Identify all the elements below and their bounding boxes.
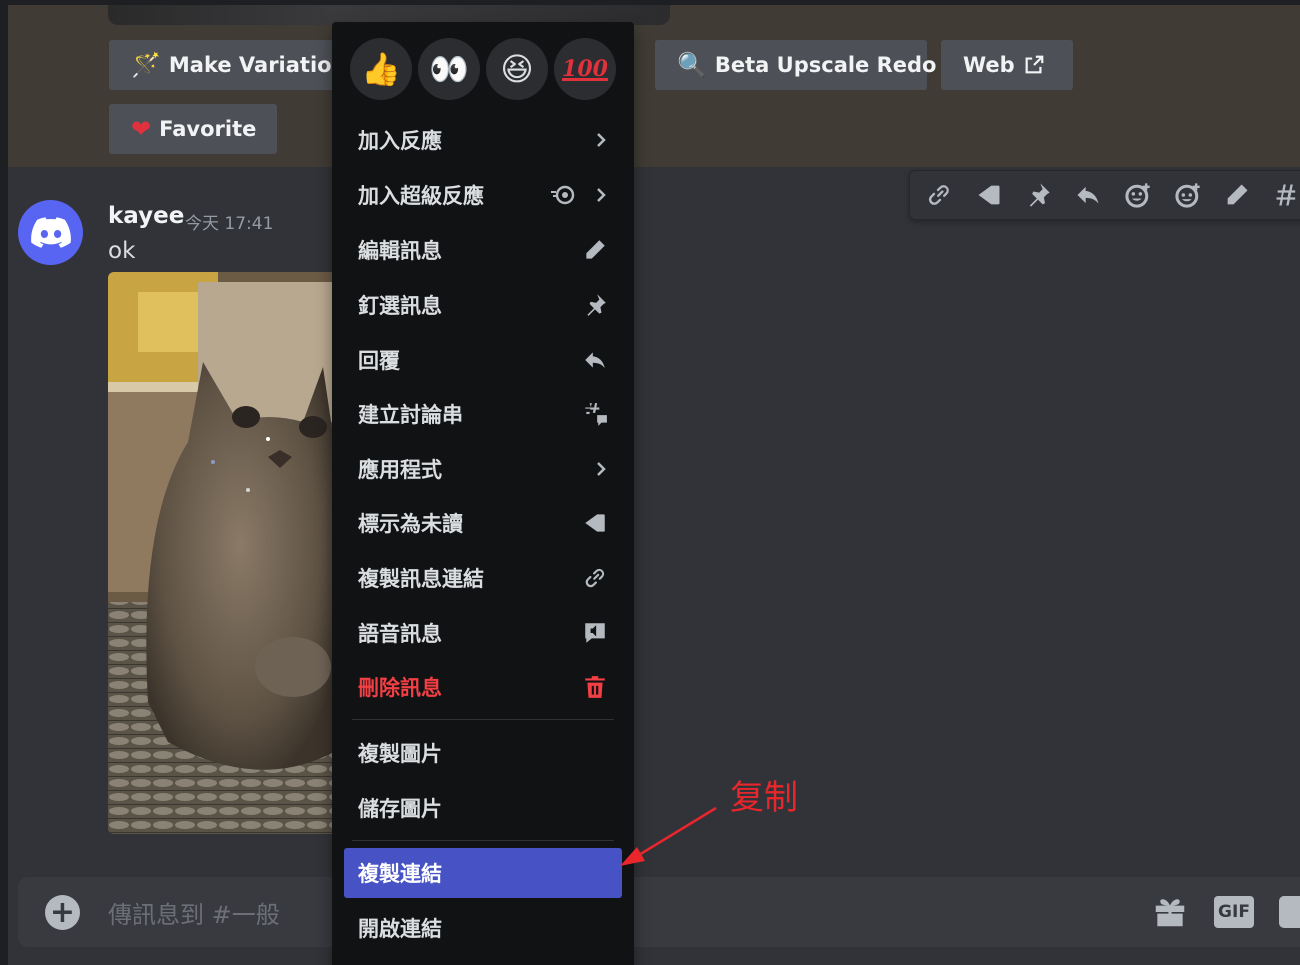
- make-variations-button[interactable]: 🪄 Make Variations: [109, 40, 359, 90]
- pin-icon: [587, 294, 606, 316]
- favorite-label: Favorite: [159, 117, 257, 141]
- menu-label: 釘選訊息: [358, 294, 442, 318]
- reaction-eyes[interactable]: 👀: [418, 38, 480, 100]
- menu-copy-link[interactable]: 複製連結: [344, 848, 622, 898]
- reply-icon: [585, 352, 605, 369]
- trash-icon: [585, 676, 605, 698]
- menu-copy-message-link[interactable]: 複製訊息連結: [344, 553, 622, 603]
- menu-delete-message[interactable]: 刪除訊息: [344, 662, 622, 712]
- chat-input-placeholder[interactable]: 傳訊息到 #一般: [108, 895, 280, 930]
- super-reaction-icon: [551, 185, 575, 205]
- quick-reactions: 👍 👀 😆 100: [350, 38, 616, 100]
- sticker-icon[interactable]: [1279, 896, 1300, 928]
- hundred-icon: 100: [562, 56, 608, 82]
- menu-label: 回覆: [358, 349, 400, 373]
- menu-label: 加入反應: [358, 129, 442, 153]
- menu-pin-message[interactable]: 釘選訊息: [344, 280, 622, 330]
- edit-icon[interactable]: [1217, 175, 1259, 215]
- discord-logo-icon: [30, 216, 71, 248]
- message-text: ok: [108, 238, 136, 264]
- menu-label: 語音訊息: [358, 622, 442, 646]
- menu-label: 儲存圖片: [358, 797, 442, 821]
- beta-upscale-redo-button[interactable]: 🔍 Beta Upscale Redo: [655, 40, 937, 90]
- menu-add-super-reaction[interactable]: 加入超級反應: [344, 170, 622, 220]
- link-icon: [585, 568, 605, 588]
- heart-icon: ❤: [131, 115, 152, 143]
- mark-unread-icon: [585, 514, 605, 532]
- chevron-right-icon: [597, 188, 606, 202]
- menu-open-link[interactable]: 開啟連結: [344, 903, 622, 953]
- menu-mark-unread[interactable]: 標示為未讀: [344, 498, 622, 548]
- menu-label: 建立討論串: [358, 403, 463, 427]
- avatar[interactable]: [18, 200, 83, 265]
- menu-label: 複製訊息連結: [358, 567, 484, 591]
- add-super-reaction-icon[interactable]: [1167, 175, 1209, 215]
- menu-reply[interactable]: 回覆: [344, 335, 622, 385]
- menu-apps[interactable]: 應用程式: [344, 444, 622, 494]
- reply-icon[interactable]: [1067, 175, 1109, 215]
- menu-edit-message[interactable]: 編輯訊息: [344, 225, 622, 275]
- menu-label: 加入超級反應: [358, 184, 484, 208]
- reaction-hundred[interactable]: 100: [554, 38, 616, 100]
- link-icon[interactable]: [918, 175, 960, 215]
- speaker-message-icon: [585, 623, 605, 643]
- menu-label: 標示為未讀: [358, 512, 463, 536]
- menu-speak-message[interactable]: 語音訊息: [344, 608, 622, 658]
- make-variations-label: Make Variations: [168, 53, 360, 77]
- web-button[interactable]: Web: [941, 40, 1073, 90]
- message-context-menu: 👍 👀 😆 100 加入反應 加入超級反應 編輯訊息 釘選訊息 回覆 建立討論串…: [332, 22, 634, 965]
- window-edge: [0, 0, 8, 965]
- menu-label: 開啟連結: [358, 917, 442, 941]
- menu-separator: [352, 719, 614, 720]
- message-timestamp: 今天 17:41: [185, 214, 274, 234]
- magnifier-icon: 🔍: [677, 51, 707, 79]
- message-hover-toolbar: [909, 170, 1300, 220]
- menu-label: 刪除訊息: [358, 676, 442, 700]
- annotation-label: 复制: [730, 778, 798, 818]
- menu-label: 應用程式: [358, 458, 442, 482]
- reaction-thumbs-up[interactable]: 👍: [350, 38, 412, 100]
- pin-icon[interactable]: [1018, 175, 1060, 215]
- cat-photo-attachment[interactable]: [108, 272, 334, 834]
- add-attachment-button[interactable]: +: [45, 895, 80, 930]
- web-label: Web: [963, 53, 1015, 77]
- magic-wand-icon: 🪄: [131, 51, 161, 79]
- menu-create-thread[interactable]: 建立討論串: [344, 389, 622, 439]
- add-reaction-icon[interactable]: [1117, 175, 1159, 215]
- username[interactable]: kayee: [108, 203, 184, 229]
- mark-unread-icon[interactable]: [968, 175, 1010, 215]
- chevron-right-icon: [597, 133, 606, 147]
- menu-label: 複製圖片: [358, 742, 442, 766]
- favorite-button[interactable]: ❤ Favorite: [109, 104, 277, 154]
- menu-copy-image[interactable]: 複製圖片: [344, 728, 622, 778]
- menu-label: 複製連結: [358, 862, 442, 886]
- external-link-icon: [1025, 55, 1044, 74]
- gift-icon[interactable]: [1151, 893, 1189, 931]
- menu-label: 編輯訊息: [358, 239, 442, 263]
- menu-save-image[interactable]: 儲存圖片: [344, 783, 622, 833]
- gif-button[interactable]: GIF: [1214, 896, 1254, 928]
- chevron-right-icon: [597, 462, 606, 476]
- thread-icon: [585, 403, 607, 426]
- pencil-icon: [586, 240, 605, 259]
- beta-upscale-redo-label: Beta Upscale Redo: [714, 53, 937, 77]
- menu-separator: [352, 840, 614, 841]
- reaction-laughing[interactable]: 😆: [486, 38, 548, 100]
- menu-add-reaction[interactable]: 加入反應: [344, 115, 622, 165]
- create-thread-icon[interactable]: [1266, 175, 1300, 215]
